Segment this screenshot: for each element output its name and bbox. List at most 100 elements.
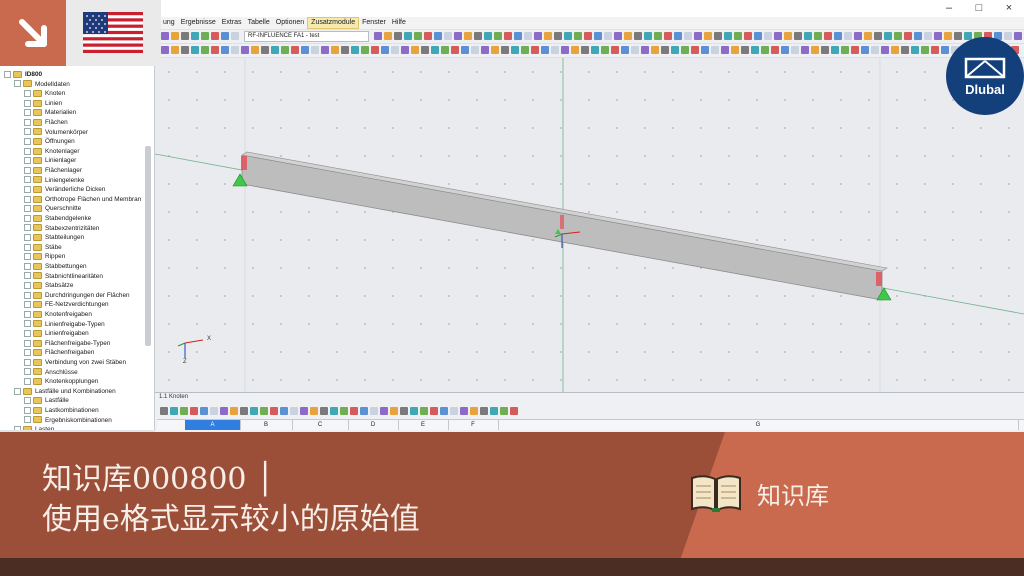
toolbar-button-icon[interactable] bbox=[161, 46, 169, 54]
expand-toggle-icon[interactable] bbox=[24, 214, 31, 222]
navigator-item[interactable]: Ergebniskombinationen bbox=[24, 416, 112, 426]
toolbar-button-icon[interactable] bbox=[851, 46, 859, 54]
toolbar-button-icon[interactable] bbox=[270, 407, 278, 415]
toolbar-button-icon[interactable] bbox=[351, 46, 359, 54]
navigator-item[interactable]: Modelldaten bbox=[14, 80, 70, 90]
toolbar-button-icon[interactable] bbox=[834, 32, 842, 40]
expand-toggle-icon[interactable] bbox=[14, 387, 21, 395]
toolbar-button-icon[interactable] bbox=[591, 46, 599, 54]
toolbar-button-icon[interactable] bbox=[180, 407, 188, 415]
toolbar-button-icon[interactable] bbox=[471, 46, 479, 54]
toolbar-button-icon[interactable] bbox=[664, 32, 672, 40]
toolbar-button-icon[interactable] bbox=[694, 32, 702, 40]
toolbar-button-icon[interactable] bbox=[891, 46, 899, 54]
toolbar-button-icon[interactable] bbox=[704, 32, 712, 40]
toolbar-button-icon[interactable] bbox=[231, 32, 239, 40]
toolbar-button-icon[interactable] bbox=[431, 46, 439, 54]
language-flag[interactable] bbox=[66, 0, 161, 66]
toolbar-button-icon[interactable] bbox=[841, 46, 849, 54]
menu-item-5[interactable]: Optionen bbox=[273, 17, 307, 29]
toolbar-button-icon[interactable] bbox=[331, 46, 339, 54]
toolbar-button-icon[interactable] bbox=[614, 32, 622, 40]
expand-toggle-icon[interactable] bbox=[24, 90, 31, 97]
expand-toggle-icon[interactable] bbox=[24, 358, 31, 366]
toolbar-button-icon[interactable] bbox=[874, 32, 882, 40]
toolbar-button-icon[interactable] bbox=[731, 46, 739, 54]
toolbar-button-icon[interactable] bbox=[671, 46, 679, 54]
expand-toggle-icon[interactable] bbox=[24, 118, 31, 126]
toolbar-button-icon[interactable] bbox=[290, 407, 298, 415]
navigator-item[interactable]: FE-Netzverdichtungen bbox=[24, 300, 109, 310]
toolbar-button-icon[interactable] bbox=[924, 32, 932, 40]
toolbar-button-icon[interactable] bbox=[581, 46, 589, 54]
navigator-item[interactable]: Materialien bbox=[24, 108, 76, 118]
toolbar-button-icon[interactable] bbox=[390, 407, 398, 415]
toolbar-button-icon[interactable] bbox=[414, 32, 422, 40]
toolbar-button-icon[interactable] bbox=[774, 32, 782, 40]
toolbar-button-icon[interactable] bbox=[921, 46, 929, 54]
toolbar-button-icon[interactable] bbox=[611, 46, 619, 54]
expand-toggle-icon[interactable] bbox=[4, 70, 11, 78]
toolbar-button-icon[interactable] bbox=[844, 32, 852, 40]
toolbar-button-icon[interactable] bbox=[654, 32, 662, 40]
toolbar-button-icon[interactable] bbox=[374, 32, 382, 40]
expand-toggle-icon[interactable] bbox=[24, 310, 31, 318]
toolbar-button-icon[interactable] bbox=[914, 32, 922, 40]
navigator-item[interactable]: Lastfälle und Kombinationen bbox=[14, 387, 116, 397]
toolbar-button-icon[interactable] bbox=[271, 46, 279, 54]
toolbar-button-icon[interactable] bbox=[434, 32, 442, 40]
navigator-item[interactable]: Knotenlager bbox=[24, 147, 79, 157]
toolbar-button-icon[interactable] bbox=[200, 407, 208, 415]
navigator-item[interactable]: ID800 bbox=[4, 70, 42, 80]
toolbar-button-icon[interactable] bbox=[291, 46, 299, 54]
navigator-item[interactable]: Flächenfreigabe-Typen bbox=[24, 339, 110, 349]
toolbar-button-icon[interactable] bbox=[901, 46, 909, 54]
expand-toggle-icon[interactable] bbox=[24, 272, 31, 280]
toolbar-button-icon[interactable] bbox=[371, 46, 379, 54]
expand-toggle-icon[interactable] bbox=[24, 282, 31, 289]
toolbar-button-icon[interactable] bbox=[480, 407, 488, 415]
navigator-item[interactable]: Querschnitte bbox=[24, 204, 81, 214]
toolbar-button-icon[interactable] bbox=[170, 407, 178, 415]
navigator-item[interactable]: Orthotrope Flächen und Membran bbox=[24, 195, 141, 205]
expand-toggle-icon[interactable] bbox=[24, 397, 31, 405]
toolbar-button-icon[interactable] bbox=[641, 46, 649, 54]
toolbar-button-icon[interactable] bbox=[524, 32, 532, 40]
toolbar-button-icon[interactable] bbox=[661, 46, 669, 54]
toolbar-button-icon[interactable] bbox=[701, 46, 709, 54]
expand-toggle-icon[interactable] bbox=[24, 253, 31, 261]
toolbar-button-icon[interactable] bbox=[514, 32, 522, 40]
loadcase-combo[interactable]: RF-INFLUENCE FA1 - test bbox=[244, 31, 369, 42]
expand-toggle-icon[interactable] bbox=[24, 186, 31, 193]
toolbar-button-icon[interactable] bbox=[450, 407, 458, 415]
toolbar-button-icon[interactable] bbox=[801, 46, 809, 54]
table-column-header[interactable]: C bbox=[292, 420, 349, 430]
toolbar-button-icon[interactable] bbox=[474, 32, 482, 40]
expand-toggle-icon[interactable] bbox=[24, 416, 31, 424]
toolbar-button-icon[interactable] bbox=[724, 32, 732, 40]
toolbar-button-icon[interactable] bbox=[280, 407, 288, 415]
toolbar-button-icon[interactable] bbox=[391, 46, 399, 54]
expand-toggle-icon[interactable] bbox=[14, 80, 21, 88]
toolbar-button-icon[interactable] bbox=[190, 407, 198, 415]
expand-toggle-icon[interactable] bbox=[24, 243, 31, 251]
navigator-item[interactable]: Liniengelenke bbox=[24, 176, 84, 186]
toolbar-button-icon[interactable] bbox=[470, 407, 478, 415]
expand-toggle-icon[interactable] bbox=[24, 320, 31, 328]
toolbar-button-icon[interactable] bbox=[781, 46, 789, 54]
toolbar-button-icon[interactable] bbox=[534, 32, 542, 40]
toolbar-button-icon[interactable] bbox=[871, 46, 879, 54]
toolbar-button-icon[interactable] bbox=[544, 32, 552, 40]
toolbar-button-icon[interactable] bbox=[751, 46, 759, 54]
toolbar-button-icon[interactable] bbox=[651, 46, 659, 54]
menu-item-3[interactable]: Extras bbox=[219, 17, 245, 29]
toolbar-button-icon[interactable] bbox=[624, 32, 632, 40]
toolbar-button-icon[interactable] bbox=[541, 46, 549, 54]
toolbar-button-icon[interactable] bbox=[934, 32, 942, 40]
toolbar-button-icon[interactable] bbox=[794, 32, 802, 40]
toolbar-button-icon[interactable] bbox=[464, 32, 472, 40]
toolbar-button-icon[interactable] bbox=[420, 407, 428, 415]
toolbar-button-icon[interactable] bbox=[584, 32, 592, 40]
toolbar-button-icon[interactable] bbox=[311, 46, 319, 54]
toolbar-button-icon[interactable] bbox=[711, 46, 719, 54]
